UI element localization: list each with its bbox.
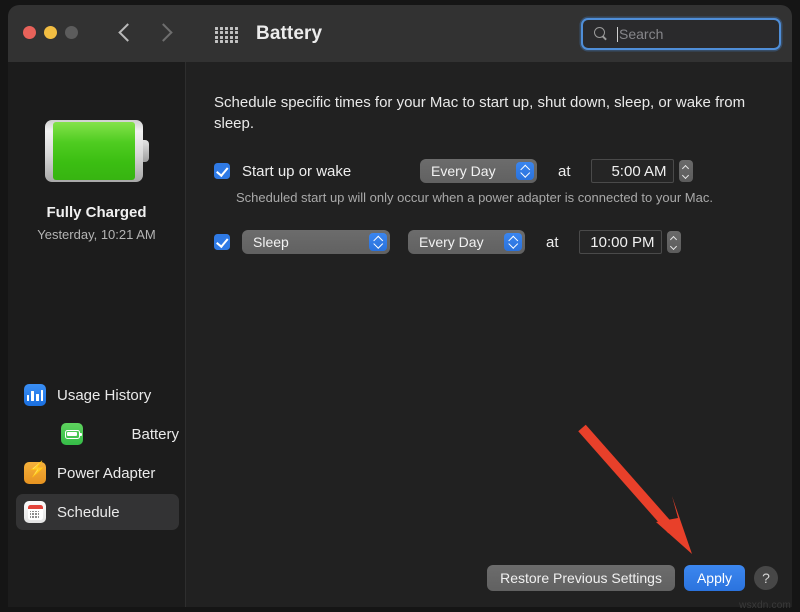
chevron-up-down-icon xyxy=(516,162,534,180)
sleep-action-popup[interactable]: Sleep xyxy=(242,230,390,254)
battery-full-icon xyxy=(45,120,149,182)
navigation-arrows xyxy=(118,21,170,43)
sidebar-item-label: Power Adapter xyxy=(57,465,155,482)
sleep-checkbox[interactable] xyxy=(214,234,230,250)
traffic-lights xyxy=(23,26,78,39)
text-caret xyxy=(617,27,618,42)
grid-view-icon[interactable] xyxy=(215,27,239,43)
chevron-right-icon xyxy=(157,21,170,43)
sleep-action-value: Sleep xyxy=(253,234,289,250)
battery-icon xyxy=(61,423,83,445)
power-adapter-icon xyxy=(24,462,46,484)
sidebar-item-schedule[interactable]: Schedule xyxy=(16,494,179,530)
sleep-time-stepper[interactable] xyxy=(667,231,681,253)
battery-status-text: Fully Charged xyxy=(8,204,185,221)
schedule-calendar-icon xyxy=(24,501,46,523)
battery-charge-level xyxy=(53,122,135,180)
page-title: Battery xyxy=(256,23,322,45)
window-body: Fully Charged Yesterday, 10:21 AM Usage … xyxy=(8,62,792,607)
sidebar: Fully Charged Yesterday, 10:21 AM Usage … xyxy=(8,62,185,607)
startup-checkbox[interactable] xyxy=(214,163,230,179)
sleep-time-value: 10:00 PM xyxy=(590,234,654,251)
startup-day-popup[interactable]: Every Day xyxy=(420,159,537,183)
sidebar-item-battery[interactable]: Battery xyxy=(16,416,179,452)
watermark: wsxdn.com xyxy=(739,600,791,611)
startup-label: Start up or wake xyxy=(242,163,420,180)
sleep-at-label: at xyxy=(546,234,559,251)
usage-history-icon xyxy=(24,384,46,406)
footer-buttons: Restore Previous Settings Apply ? xyxy=(487,565,778,591)
chevron-up-down-icon xyxy=(369,233,387,251)
startup-row: Start up or wake Every Day at 5:00 AM xyxy=(214,159,693,183)
sleep-day-value: Every Day xyxy=(419,234,484,250)
startup-at-label: at xyxy=(558,163,571,180)
window-titlebar: Battery Search xyxy=(8,5,792,62)
close-button[interactable] xyxy=(23,26,36,39)
zoom-button xyxy=(65,26,78,39)
startup-time-stepper[interactable] xyxy=(679,160,693,182)
sidebar-nav-list: Usage History Battery Power Adapter xyxy=(16,377,179,533)
sleep-time-field[interactable]: 10:00 PM xyxy=(579,230,662,254)
schedule-description: Schedule specific times for your Mac to … xyxy=(214,92,754,135)
startup-hint-text: Scheduled start up will only occur when … xyxy=(236,190,713,205)
apply-button[interactable]: Apply xyxy=(684,565,745,591)
sidebar-item-label: Usage History xyxy=(57,387,151,404)
battery-summary: Fully Charged Yesterday, 10:21 AM xyxy=(8,120,185,242)
sidebar-item-power-adapter[interactable]: Power Adapter xyxy=(16,455,179,491)
startup-time-field[interactable]: 5:00 AM xyxy=(591,159,674,183)
sleep-row: Sleep Every Day at 10:00 PM xyxy=(214,230,681,254)
sidebar-item-label: Battery xyxy=(131,426,179,443)
startup-time-value: 5:00 AM xyxy=(611,163,666,180)
restore-previous-settings-button[interactable]: Restore Previous Settings xyxy=(487,565,675,591)
schedule-pane: Schedule specific times for your Mac to … xyxy=(186,62,792,607)
battery-shell xyxy=(45,120,143,182)
screenshot-root: Battery Search Fully Charg xyxy=(0,0,800,612)
battery-preferences-window: Battery Search Fully Charg xyxy=(8,5,792,607)
help-button[interactable]: ? xyxy=(754,566,778,590)
search-field[interactable]: Search xyxy=(581,18,781,50)
minimize-button[interactable] xyxy=(44,26,57,39)
battery-last-charged-text: Yesterday, 10:21 AM xyxy=(8,227,185,242)
sidebar-item-label: Schedule xyxy=(57,504,120,521)
search-placeholder: Search xyxy=(619,26,663,42)
sleep-day-popup[interactable]: Every Day xyxy=(408,230,525,254)
chevron-up-down-icon xyxy=(504,233,522,251)
search-icon xyxy=(594,27,608,41)
startup-day-value: Every Day xyxy=(431,163,496,179)
sidebar-item-usage-history[interactable]: Usage History xyxy=(16,377,179,413)
chevron-left-icon[interactable] xyxy=(118,21,131,43)
